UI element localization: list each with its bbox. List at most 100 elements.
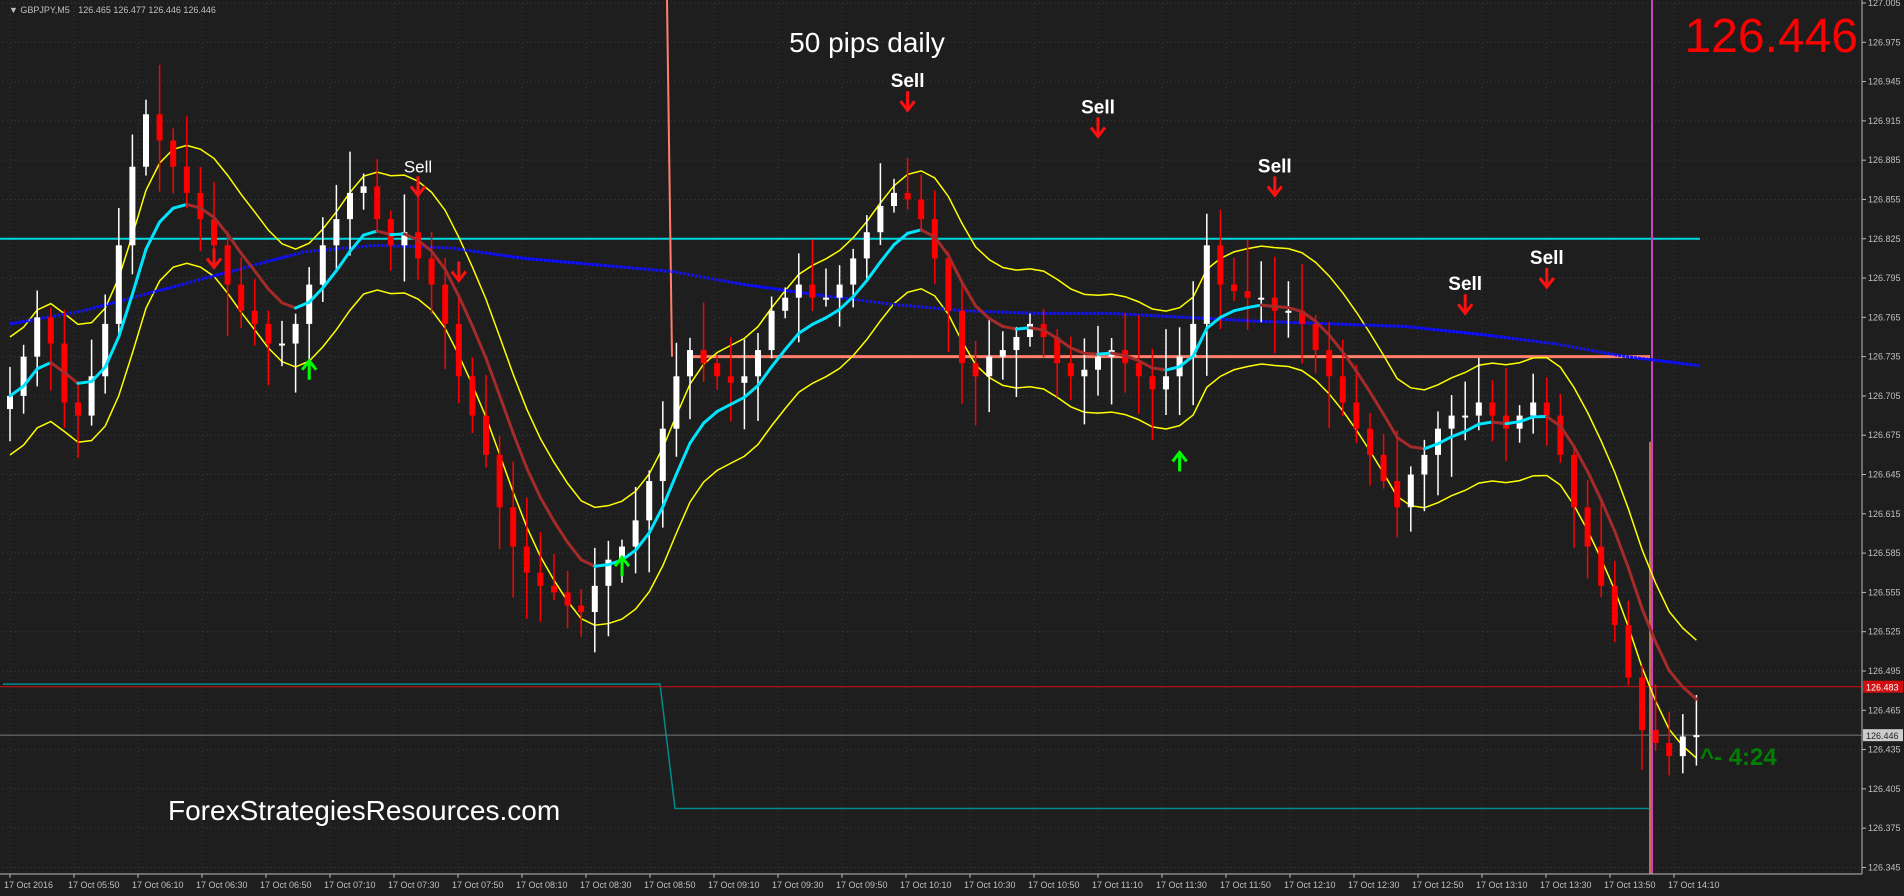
bear-candle <box>1543 402 1550 416</box>
fast-ma-segment <box>76 380 94 385</box>
time-tick-label: 17 Oct 09:10 <box>708 880 760 890</box>
time-tick-label: 17 Oct 08:10 <box>516 880 568 890</box>
bear-candle <box>1244 291 1251 298</box>
sell-label: Sell <box>1258 156 1292 177</box>
chart-background <box>0 0 1904 896</box>
bull-candle <box>1530 402 1537 416</box>
bear-candle <box>809 284 816 298</box>
bear-candle <box>1557 415 1564 455</box>
bear-candle <box>714 363 721 377</box>
bear-candle <box>1584 507 1591 547</box>
price-tick-label: 126.405 <box>1868 784 1901 794</box>
bull-candle <box>768 310 775 351</box>
bear-candle <box>1639 677 1645 730</box>
bull-candle <box>1693 735 1700 738</box>
price-chart[interactable]: Sell Sell Sell Sell Sell Sell 127.005 126.975 1… <box>0 0 1904 896</box>
price-tick-label: 126.375 <box>1868 823 1901 833</box>
fast-ma-segment <box>1150 366 1168 372</box>
bar-timer: ^- 4:24 <box>1700 744 1777 771</box>
bear-candle <box>1312 323 1319 351</box>
fast-ma-segment <box>1477 420 1494 426</box>
time-tick-label: 17 Oct 13:10 <box>1476 880 1528 890</box>
bear-candle <box>1571 454 1577 508</box>
price-tick-label: 126.465 <box>1868 705 1901 715</box>
price-tag-label: 126.483 <box>1866 683 1899 693</box>
bull-candle <box>986 356 993 377</box>
price-tick-label: 126.645 <box>1868 470 1901 480</box>
price-tick-label: 126.675 <box>1868 430 1901 440</box>
bull-candle <box>1203 245 1210 324</box>
bull-candle <box>1285 310 1292 313</box>
bull-candle <box>1163 376 1169 390</box>
price-tick-label: 126.765 <box>1868 312 1901 322</box>
price-tick-label: 126.435 <box>1868 745 1901 755</box>
chart-title: 50 pips daily <box>789 27 945 58</box>
time-tick-label: 17 Oct 10:30 <box>964 880 1016 890</box>
time-tick-label: 17 Oct 2016 <box>4 880 53 890</box>
bull-candle <box>319 245 326 285</box>
fast-ma-segment <box>1490 420 1508 426</box>
bull-candle <box>1095 356 1101 370</box>
bull-candle <box>877 206 884 233</box>
bull-candle <box>646 481 653 521</box>
bid-tag-label: 126.446 <box>1866 731 1899 741</box>
price-tick-label: 126.345 <box>1868 862 1901 872</box>
time-tick-label: 17 Oct 08:30 <box>580 880 632 890</box>
fast-ma-segment <box>1273 305 1290 310</box>
sell-label: Sell <box>891 71 925 92</box>
bear-candle <box>564 592 571 606</box>
bull-candle <box>795 284 802 298</box>
bull-candle <box>292 323 299 344</box>
price-tick-label: 126.915 <box>1868 116 1901 126</box>
bear-candle <box>156 114 163 141</box>
sell-label: Sell <box>1448 274 1482 295</box>
bear-candle <box>1149 376 1156 390</box>
price-tick-label: 126.855 <box>1868 194 1901 204</box>
bear-candle <box>238 284 245 311</box>
bull-candle <box>7 395 13 410</box>
time-tick-label: 17 Oct 07:30 <box>388 880 440 890</box>
bear-candle <box>1067 363 1074 377</box>
bear-candle <box>1666 743 1673 757</box>
bull-candle <box>360 186 367 193</box>
price-tick-label: 126.975 <box>1868 37 1901 47</box>
dropdown-triangle-icon[interactable]: ▼ <box>9 5 20 15</box>
bear-candle <box>415 232 421 259</box>
bear-candle <box>496 454 503 508</box>
bear-candle <box>211 219 217 246</box>
bull-candle <box>129 166 136 246</box>
bear-candle <box>183 166 190 193</box>
price-tick-label: 126.945 <box>1868 77 1901 87</box>
time-tick-label: 17 Oct 07:50 <box>452 880 504 890</box>
time-tick-label: 17 Oct 13:30 <box>1540 880 1592 890</box>
time-tick-label: 17 Oct 08:50 <box>644 880 696 890</box>
time-tick-label: 17 Oct 07:10 <box>324 880 376 890</box>
time-tick-label: 17 Oct 09:50 <box>836 880 888 890</box>
bear-candle <box>1271 297 1278 311</box>
bear-candle <box>251 310 258 324</box>
bull-candle <box>850 258 857 285</box>
fast-ma-segment <box>593 563 610 568</box>
time-tick-label: 17 Oct 11:50 <box>1220 880 1271 890</box>
bull-candle <box>1081 369 1088 377</box>
time-tick-label: 17 Oct 05:50 <box>68 880 120 890</box>
sell-label: Sell <box>1530 248 1564 269</box>
time-tick-label: 17 Oct 06:50 <box>260 880 312 890</box>
time-tick-label: 17 Oct 11:10 <box>1092 880 1143 890</box>
time-tick-label: 17 Oct 11:30 <box>1156 880 1207 890</box>
bear-candle <box>1326 350 1333 377</box>
bear-candle <box>1380 454 1387 482</box>
bear-candle <box>1394 481 1401 508</box>
price-tick-label: 126.825 <box>1868 234 1901 244</box>
price-tick-label: 127.005 <box>1868 0 1901 8</box>
time-tick-label: 17 Oct 12:30 <box>1348 880 1400 890</box>
bull-candle <box>279 343 285 346</box>
bull-candle <box>34 317 41 357</box>
bear-candle <box>47 317 54 344</box>
bear-candle <box>510 507 517 547</box>
bull-candle <box>673 376 680 429</box>
bull-candle <box>1407 474 1414 508</box>
bull-candle <box>1027 323 1033 337</box>
bear-candle <box>75 402 81 416</box>
symbol-info: GBPJPY,M5 <box>20 5 69 15</box>
